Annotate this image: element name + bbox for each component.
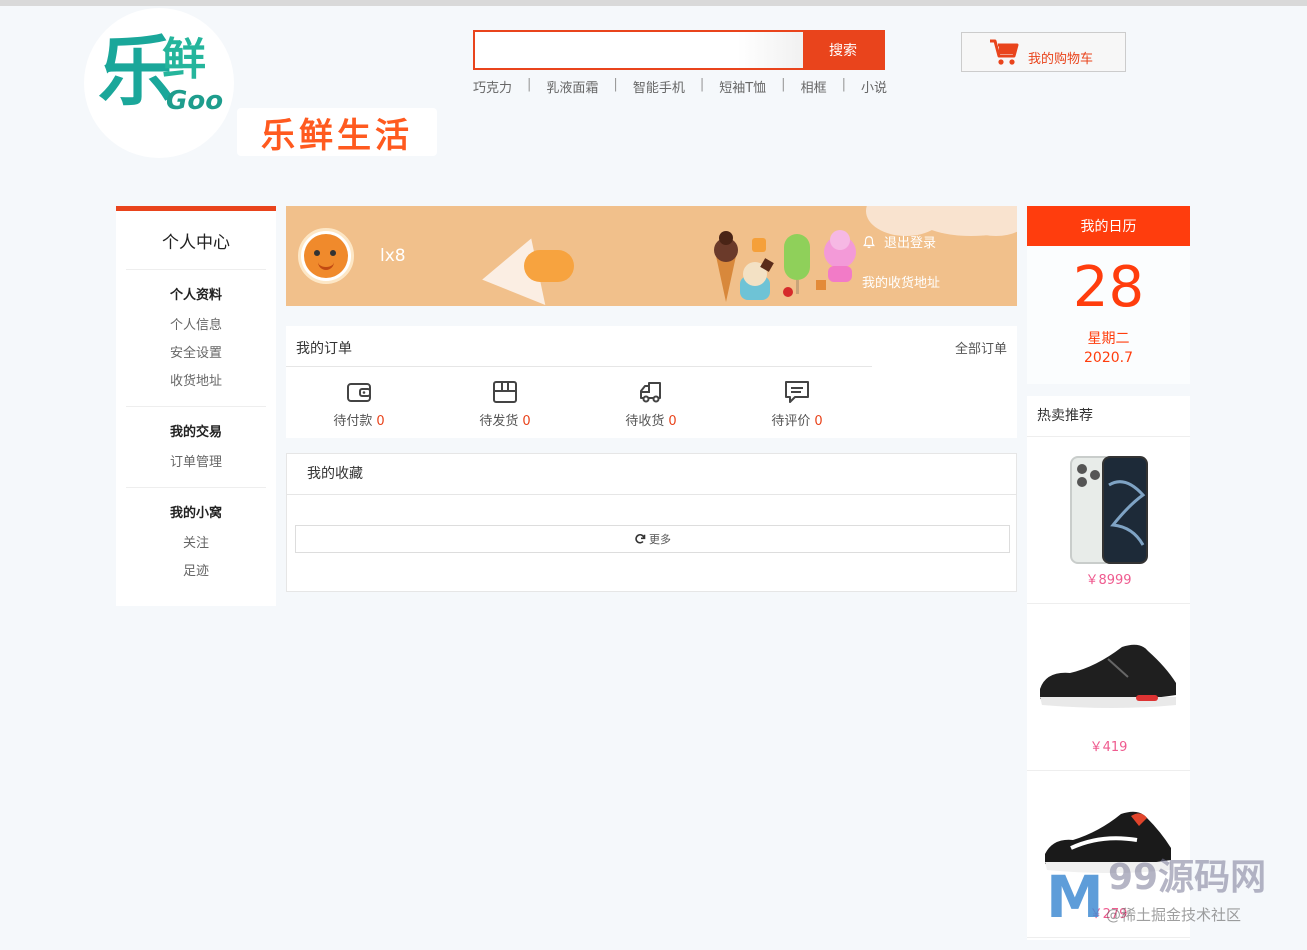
sidebar-item-footprint[interactable]: 足迹	[126, 558, 266, 586]
order-status-label: 待收货	[625, 414, 665, 429]
orders-panel: 我的订单 全部订单 待付款 0 待发货 0 待收货 0 待评价 0	[286, 326, 1017, 438]
order-status-list: 待付款 0 待发货 0 待收货 0 待评价 0	[286, 378, 870, 429]
sidebar-group-title: 我的交易	[169, 425, 222, 440]
running-shoe-icon	[1045, 811, 1171, 873]
top-strip	[0, 0, 1307, 6]
hot-keyword[interactable]: 短袖T恤	[719, 77, 766, 96]
sidebar-group-title: 个人资料	[169, 288, 222, 303]
cloud-decoration	[966, 206, 1017, 236]
cart-button[interactable]: 我的购物车	[961, 32, 1126, 72]
package-icon	[493, 381, 517, 403]
calendar-panel: 我的日历 28 星期二 2020.7	[1027, 206, 1190, 384]
sidebar-item-orders[interactable]: 订单管理	[126, 449, 266, 477]
sneaker-icon	[1040, 644, 1176, 708]
cart-label: 我的购物车	[1028, 51, 1094, 67]
divider	[286, 366, 872, 367]
order-status-label: 待评价	[771, 414, 811, 429]
wallet-icon	[347, 383, 371, 402]
sidebar: 个人中心 个人资料 个人信息 安全设置 收货地址 我的交易 订单管理 我的小窝 …	[116, 206, 276, 606]
truck-icon	[640, 382, 661, 403]
product-price: ￥8999	[1085, 573, 1132, 588]
hot-keyword[interactable]: 乳液面霜	[546, 77, 598, 96]
product-price: ￥419	[1089, 740, 1128, 755]
logout-label: 退出登录	[884, 236, 937, 251]
hot-keyword[interactable]: 智能手机	[633, 77, 685, 96]
sidebar-group-trade: 我的交易 订单管理	[126, 407, 266, 488]
keyword-separator: |	[613, 77, 618, 92]
sidebar-title: 个人中心	[126, 211, 266, 270]
hot-keyword[interactable]: 相框	[801, 77, 827, 96]
logo-goo-text: Goo	[166, 86, 224, 116]
calendar-day: 28	[1072, 255, 1145, 320]
calendar-weekday: 星期二	[1087, 331, 1130, 347]
hot-product[interactable]: ￥419	[1027, 604, 1190, 771]
cart-icon	[990, 39, 1019, 65]
smartphone-icon	[1069, 456, 1148, 564]
address-link[interactable]: 我的收货地址	[862, 272, 940, 291]
product-image	[1027, 445, 1190, 575]
all-orders-link[interactable]: 全部订单	[955, 338, 1007, 357]
order-status-unreviewed[interactable]: 待评价 0	[724, 378, 870, 429]
favorites-title: 我的收藏	[287, 454, 1016, 495]
order-status-count: 0	[814, 414, 823, 429]
sidebar-group-nest: 我的小窝 关注 足迹	[126, 488, 266, 596]
sidebar-item-follow[interactable]: 关注	[126, 530, 266, 558]
user-banner: lx8 退出登录 我的收货地址	[286, 206, 1017, 306]
search-bar: 搜索	[473, 30, 885, 70]
product-price: ￥279	[1089, 907, 1128, 922]
comment-icon	[785, 381, 809, 403]
order-status-unpaid[interactable]: 待付款 0	[286, 378, 432, 429]
hot-keyword[interactable]: 巧克力	[473, 77, 512, 96]
avatar[interactable]	[298, 228, 354, 284]
username: lx8	[380, 246, 406, 266]
more-label: 更多	[649, 533, 671, 546]
search-input[interactable]	[475, 32, 803, 68]
more-button[interactable]: 更多	[295, 525, 1010, 553]
order-status-unshipped[interactable]: 待发货 0	[432, 378, 578, 429]
logout-link[interactable]: 退出登录	[862, 232, 936, 251]
orders-title: 我的订单	[296, 341, 352, 357]
keyword-separator: |	[781, 77, 786, 92]
order-status-count: 0	[522, 414, 531, 429]
order-status-label: 待发货	[479, 414, 519, 429]
hot-product[interactable]: ￥8999	[1027, 437, 1190, 604]
product-image	[1027, 779, 1190, 909]
calendar-month: 2020.7	[1084, 350, 1133, 366]
search-button[interactable]: 搜索	[803, 32, 883, 68]
favorites-panel: 我的收藏 更多	[286, 453, 1017, 592]
keyword-separator: |	[527, 77, 532, 92]
sidebar-item-address[interactable]: 收货地址	[126, 368, 266, 396]
sidebar-item-security[interactable]: 安全设置	[126, 340, 266, 368]
sidebar-group-profile: 个人资料 个人信息 安全设置 收货地址	[126, 270, 266, 407]
hot-keyword[interactable]: 小说	[861, 77, 887, 96]
product-image	[1027, 612, 1190, 742]
brand-name: 乐鲜生活	[237, 108, 437, 156]
hot-keywords: 巧克力 | 乳液面霜 | 智能手机 | 短袖T恤 | 相框 | 小说	[473, 77, 887, 96]
logo-xian-char: 鲜	[162, 34, 206, 85]
refresh-icon	[635, 534, 646, 544]
sidebar-group-title: 我的小窝	[169, 506, 222, 521]
bell-icon	[863, 235, 875, 248]
calendar-title: 我的日历	[1027, 206, 1190, 246]
cloud-decoration	[524, 250, 574, 282]
hot-panel: 热卖推荐 ￥8999 ￥419 ￥279	[1027, 396, 1190, 940]
order-status-count: 0	[376, 414, 385, 429]
order-status-count: 0	[668, 414, 677, 429]
keyword-separator: |	[841, 77, 846, 92]
ice-cream-icon	[714, 230, 856, 302]
order-status-label: 待付款	[333, 414, 373, 429]
avatar-face-icon	[304, 234, 348, 278]
order-status-unreceived[interactable]: 待收货 0	[578, 378, 724, 429]
keyword-separator: |	[699, 77, 705, 92]
sidebar-item-personal-info[interactable]: 个人信息	[126, 312, 266, 340]
hot-title: 热卖推荐	[1027, 396, 1190, 437]
hot-product[interactable]: ￥279	[1027, 771, 1190, 938]
site-logo[interactable]: 乐 鲜 Goo	[84, 8, 234, 158]
